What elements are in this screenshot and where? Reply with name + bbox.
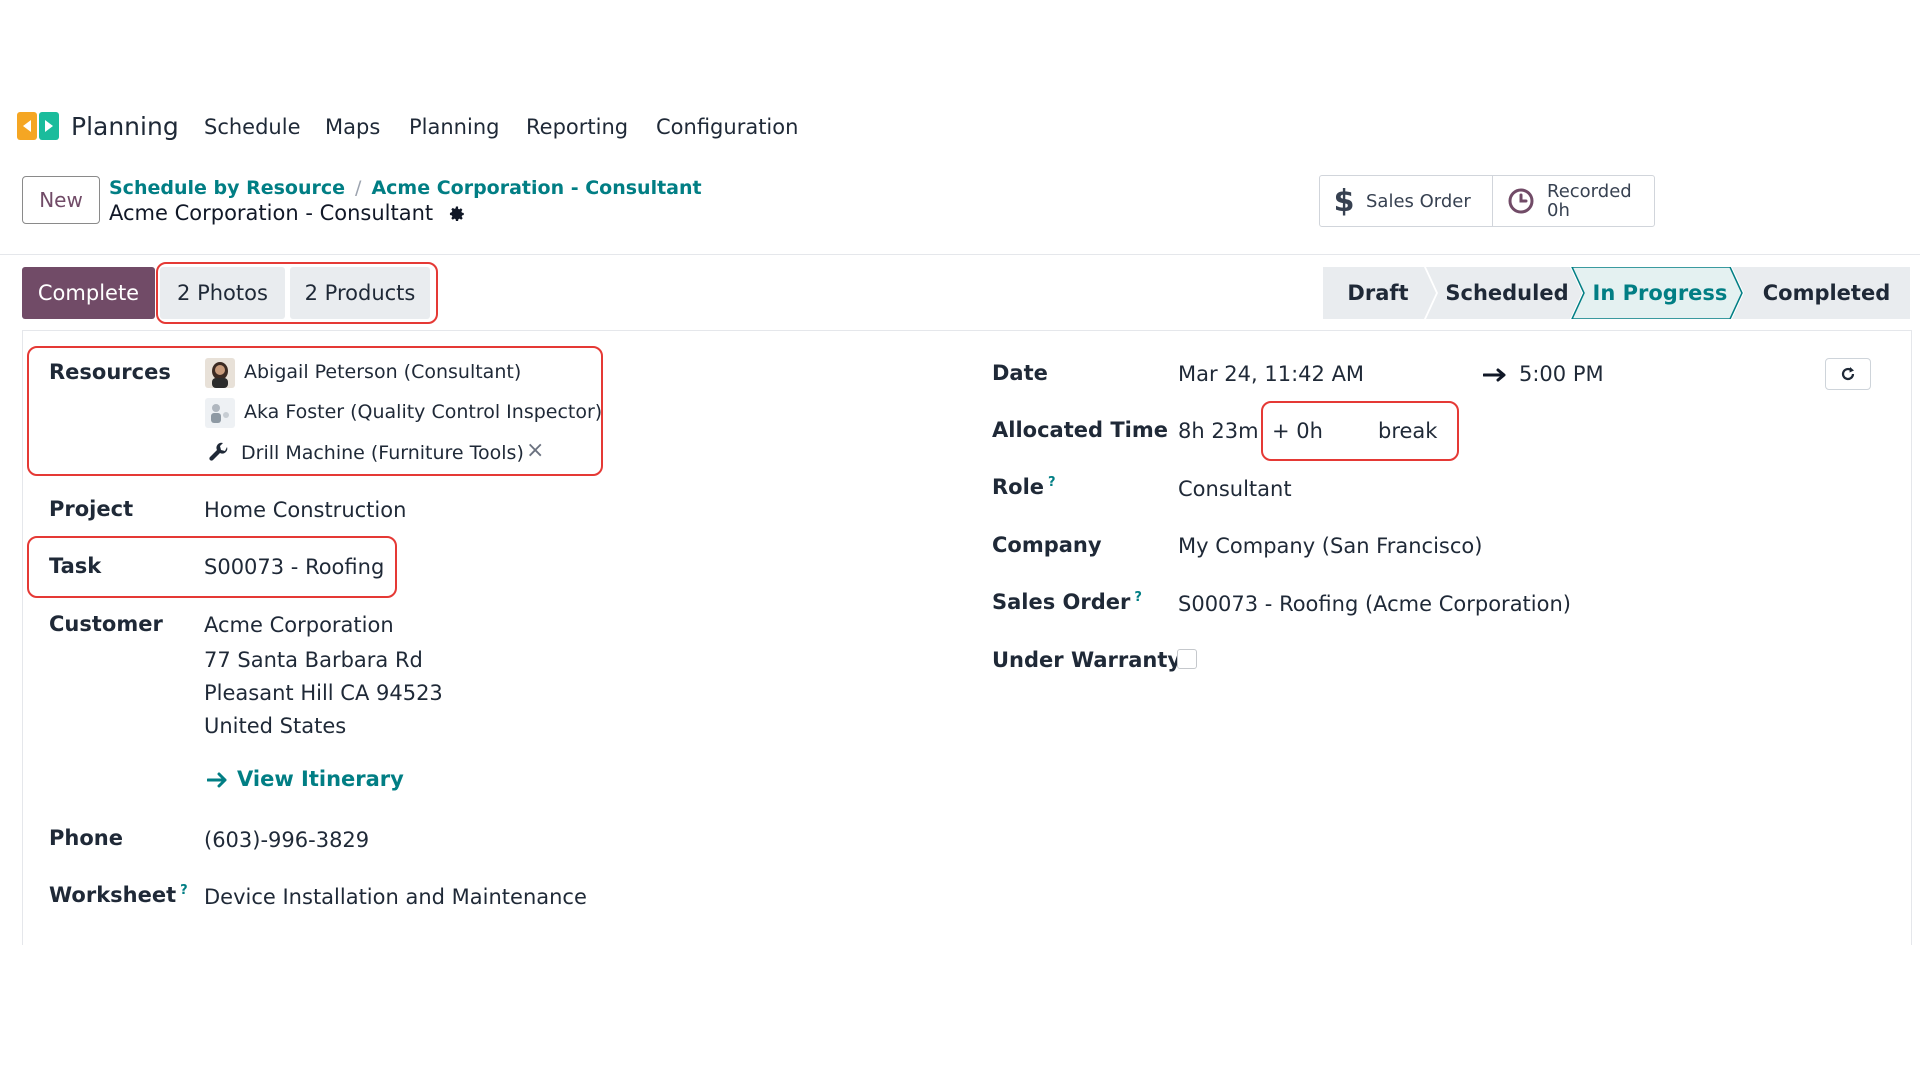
clock-icon <box>1508 188 1534 214</box>
field-worksheet[interactable]: Device Installation and Maintenance <box>204 885 587 909</box>
customer-name[interactable]: Acme Corporation <box>204 613 394 637</box>
svg-text:$: $ <box>1334 185 1354 217</box>
dollar-icon: $ <box>1334 185 1354 217</box>
view-itinerary-label: View Itinerary <box>237 767 404 791</box>
arrow-right-icon <box>206 772 227 788</box>
refresh-icon <box>1841 367 1855 381</box>
menu-reporting[interactable]: Reporting <box>526 115 628 139</box>
planning-logo-icon[interactable] <box>17 110 61 142</box>
menu-planning[interactable]: Planning <box>409 115 499 139</box>
label-project: Project <box>49 497 134 521</box>
label-role: Role? <box>992 475 1056 499</box>
field-project[interactable]: Home Construction <box>204 498 406 522</box>
control-panel-divider <box>0 254 1920 255</box>
field-date-start[interactable]: Mar 24, 11:42 AM <box>1178 362 1364 386</box>
label-date: Date <box>992 361 1048 385</box>
field-phone[interactable]: (603)-996-3829 <box>204 828 369 852</box>
label-phone: Phone <box>49 826 123 850</box>
remove-resource-icon[interactable]: × <box>526 438 544 463</box>
record-title-text: Acme Corporation - Consultant <box>109 201 434 225</box>
long-arrow-right-icon <box>1483 368 1506 382</box>
breadcrumb-acme-consultant[interactable]: Acme Corporation - Consultant <box>371 177 701 199</box>
breadcrumb: Schedule by Resource / Acme Corporation - … <box>109 177 702 199</box>
recorded-smart-button[interactable]: Recorded 0h <box>1492 176 1654 226</box>
breadcrumb-separator: / <box>355 177 362 199</box>
field-company[interactable]: My Company (San Francisco) <box>1178 534 1482 558</box>
stage-completed[interactable]: Completed <box>1743 267 1910 319</box>
recorded-label: Recorded <box>1547 181 1632 202</box>
avatar-abigail <box>205 358 235 388</box>
field-date-end[interactable]: 5:00 PM <box>1519 362 1604 386</box>
help-icon[interactable]: ? <box>180 883 188 898</box>
label-sales-order: Sales Order? <box>992 590 1142 614</box>
customer-country: United States <box>204 714 347 738</box>
highlight-actions <box>156 262 438 324</box>
breadcrumb-schedule-by-resource[interactable]: Schedule by Resource <box>109 177 345 199</box>
stage-in-progress[interactable]: In Progress <box>1585 267 1735 319</box>
app-name[interactable]: Planning <box>71 112 179 141</box>
recorded-text: Recorded 0h <box>1547 182 1632 220</box>
label-allocated-time: Allocated Time <box>992 418 1168 442</box>
under-warranty-checkbox[interactable] <box>1177 649 1197 669</box>
gear-icon[interactable] <box>448 205 466 223</box>
resource-aka[interactable]: Aka Foster (Quality Control Inspector) <box>244 401 602 423</box>
new-button[interactable]: New <box>22 176 100 224</box>
recorded-value: 0h <box>1547 200 1570 221</box>
sales-order-smart-label: Sales Order <box>1366 190 1471 212</box>
menu-maps[interactable]: Maps <box>325 115 380 139</box>
complete-button[interactable]: Complete <box>22 267 155 319</box>
label-under-warranty: Under Warranty <box>992 648 1182 672</box>
label-task: Task <box>49 554 102 578</box>
field-break-hours[interactable]: + 0h <box>1272 419 1323 443</box>
help-icon[interactable]: ? <box>1134 590 1142 605</box>
field-allocated-time[interactable]: 8h 23m <box>1178 419 1259 443</box>
resource-abigail[interactable]: Abigail Peterson (Consultant) <box>244 361 521 383</box>
customer-city: Pleasant Hill CA 94523 <box>204 681 443 705</box>
sales-order-smart-button[interactable]: $ Sales Order <box>1320 176 1492 226</box>
field-role[interactable]: Consultant <box>1178 477 1292 501</box>
customer-street: 77 Santa Barbara Rd <box>204 648 423 672</box>
label-worksheet: Worksheet? <box>49 883 188 907</box>
stage-scheduled[interactable]: Scheduled <box>1435 267 1579 319</box>
record-title: Acme Corporation - Consultant <box>109 201 466 225</box>
help-icon[interactable]: ? <box>1048 475 1056 490</box>
field-sales-order[interactable]: S00073 - Roofing (Acme Corporation) <box>1178 592 1571 616</box>
view-itinerary-link[interactable]: View Itinerary <box>206 767 404 791</box>
refresh-button[interactable] <box>1825 358 1871 390</box>
stage-draft[interactable]: Draft <box>1323 267 1433 319</box>
avatar-aka <box>205 398 235 428</box>
smart-buttons: $ Sales Order Recorded 0h <box>1319 175 1655 227</box>
label-company: Company <box>992 533 1102 557</box>
break-label: break <box>1378 419 1438 443</box>
field-task[interactable]: S00073 - Roofing <box>204 555 384 579</box>
menu-schedule[interactable]: Schedule <box>204 115 301 139</box>
resource-drill-machine[interactable]: Drill Machine (Furniture Tools) <box>241 442 524 464</box>
label-resources: Resources <box>49 360 171 384</box>
label-customer: Customer <box>49 612 163 636</box>
menu-configuration[interactable]: Configuration <box>656 115 798 139</box>
wrench-icon <box>209 442 228 461</box>
